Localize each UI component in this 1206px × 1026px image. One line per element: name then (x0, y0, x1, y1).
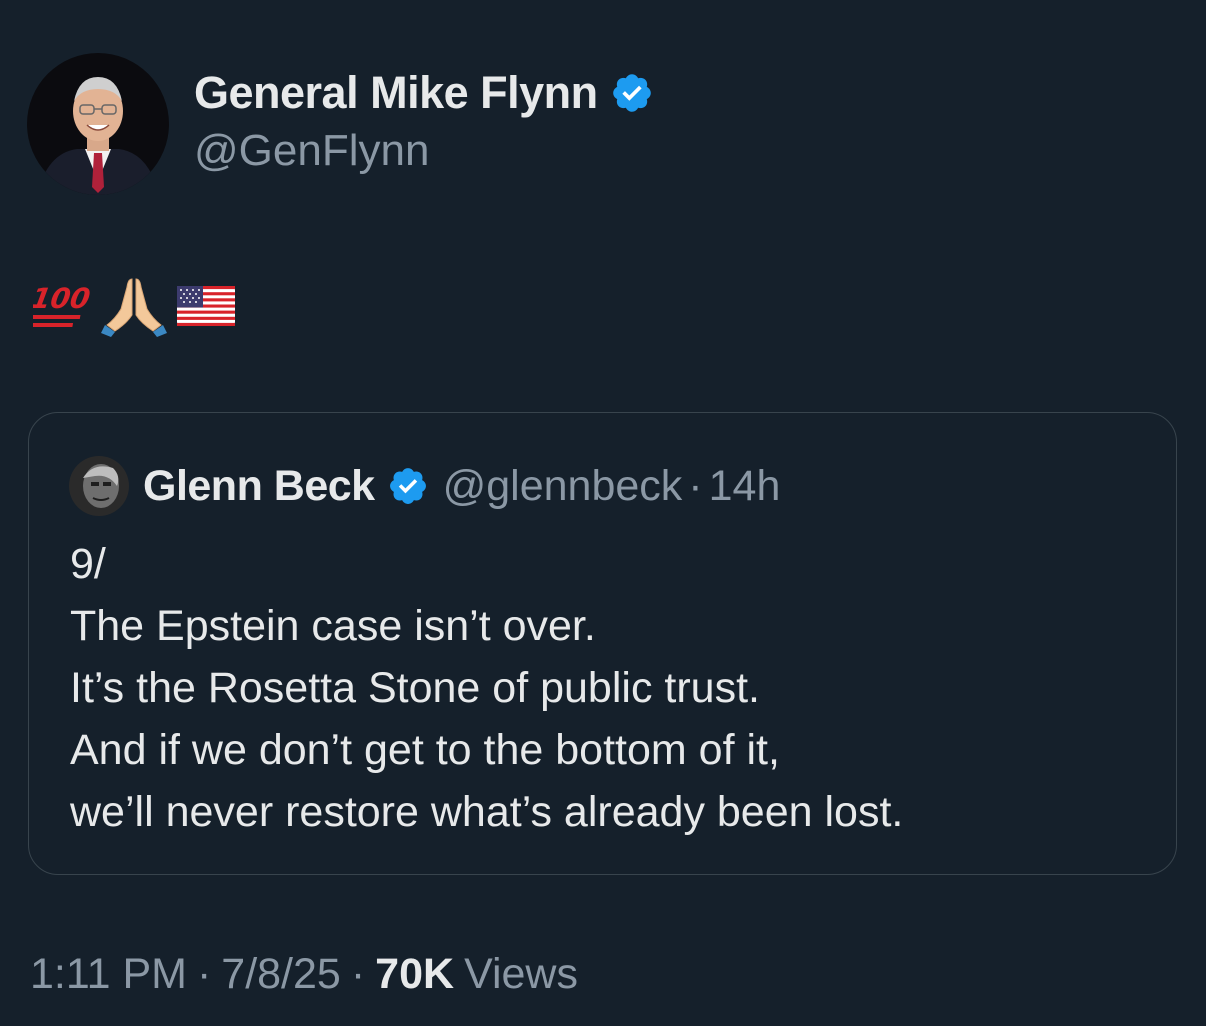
quoted-text-line: It’s the Rosetta Stone of public trust. (70, 664, 760, 712)
quoted-author-handle[interactable]: @glennbeck (443, 462, 683, 511)
quoted-author-display-name[interactable]: Glenn Beck (143, 462, 375, 511)
verified-badge-icon[interactable] (610, 71, 654, 115)
quoted-author-avatar-image (69, 456, 129, 516)
hundred-points-emoji-icon: 100 (26, 278, 93, 339)
quoted-header-separator: · (688, 461, 703, 510)
author-name-row: General Mike Flynn (194, 66, 654, 120)
author-handle[interactable]: @GenFlynn (194, 126, 429, 176)
quoted-tweet-header: Glenn Beck @glennbeck · 14h (69, 454, 780, 518)
quoted-text-line: we’ll never restore what’s already been … (70, 788, 904, 836)
quoted-text-line: And if we don’t get to the bottom of it, (70, 726, 780, 774)
meta-separator: · (350, 950, 366, 998)
quoted-author-avatar[interactable] (69, 456, 129, 516)
svg-text:100: 100 (33, 282, 91, 315)
tweet-time[interactable]: 1:11 PM (30, 950, 187, 999)
author-avatar-image (27, 53, 169, 195)
quoted-text-line: 9/ (70, 540, 106, 588)
tweet-text: 100 (26, 275, 245, 342)
quoted-tweet-text: 9/ The Epstein case isn’t over. It’s the… (70, 533, 1150, 843)
views-label: Views (464, 950, 578, 998)
views-count: 70K (375, 950, 455, 998)
author-avatar[interactable] (27, 53, 169, 195)
quoted-tweet-card[interactable]: Glenn Beck @glennbeck · 14h 9/ The Epste… (28, 412, 1177, 875)
meta-separator: · (196, 950, 212, 998)
us-flag-emoji-icon (177, 285, 235, 331)
tweet-meta-row: 1:11 PM · 7/8/25 · 70K Views (30, 950, 578, 999)
quoted-verified-badge-icon[interactable] (387, 465, 429, 507)
author-display-name[interactable]: General Mike Flynn (194, 67, 598, 119)
tweet-date[interactable]: 7/8/25 (221, 950, 341, 999)
quoted-timestamp[interactable]: 14h (709, 462, 781, 511)
folded-hands-emoji-icon (101, 275, 167, 342)
quoted-text-line: The Epstein case isn’t over. (70, 602, 596, 650)
